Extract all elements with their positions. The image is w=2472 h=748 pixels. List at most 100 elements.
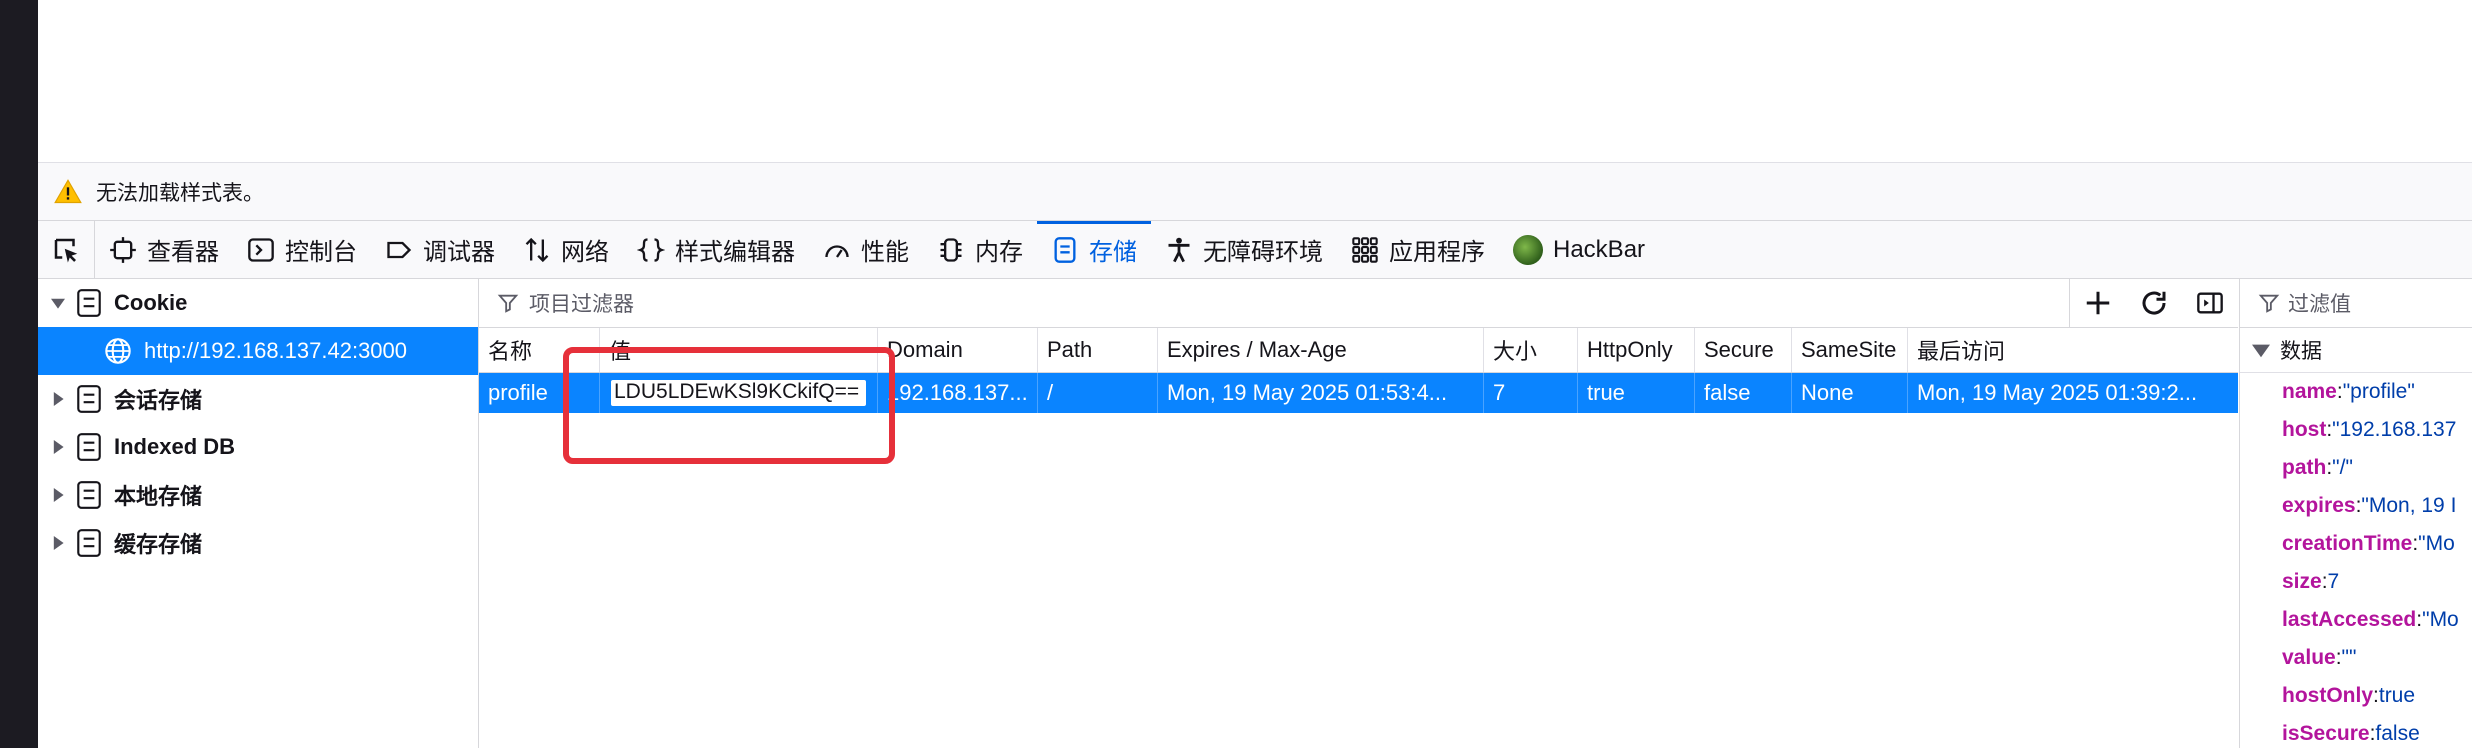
tab-label: 查看器 — [147, 239, 219, 266]
tree-item-indexed-db[interactable]: Indexed DB — [38, 423, 478, 471]
property-row[interactable]: creationTime: "Mo — [2240, 525, 2472, 563]
column-header-samesite[interactable]: SameSite — [1792, 328, 1908, 372]
table-header: 名称 值 Domain Path Expires / Max-Age 大小 Ht… — [479, 328, 2238, 373]
property-row[interactable]: host: "192.168.137 — [2240, 411, 2472, 449]
expanded-triangle-icon — [2252, 344, 2270, 358]
table-row[interactable]: profile LDU5LDEwKSl9KCkifQ== 192.168.137… — [479, 373, 2238, 413]
cell-domain[interactable]: 192.168.137... — [878, 373, 1038, 413]
storage-icon — [77, 433, 101, 461]
cookie-table: 名称 值 Domain Path Expires / Max-Age 大小 Ht… — [479, 328, 2238, 413]
expanded-triangle-icon[interactable] — [48, 293, 68, 313]
cookie-value-edit-field[interactable]: LDU5LDEwKSl9KCkifQ== — [609, 378, 868, 408]
cell-name[interactable]: profile — [479, 373, 600, 413]
tab-style-editor[interactable]: 样式编辑器 — [623, 221, 809, 278]
cell-path[interactable]: / — [1038, 373, 1158, 413]
hackbar-icon — [1513, 234, 1543, 265]
element-picker-button[interactable] — [38, 221, 95, 278]
cell-samesite[interactable]: None — [1792, 373, 1908, 413]
tree-item-label: Indexed DB — [114, 434, 236, 459]
property-value: "Mo — [2418, 532, 2455, 555]
column-header-httponly[interactable]: HttpOnly — [1578, 328, 1695, 372]
property-row[interactable]: size:7 — [2240, 563, 2472, 601]
cell-expires[interactable]: Mon, 19 May 2025 01:53:4... — [1158, 373, 1484, 413]
collapsed-triangle-icon[interactable] — [48, 533, 68, 553]
tab-performance[interactable]: 性能 — [809, 221, 923, 278]
refresh-button[interactable] — [2126, 279, 2182, 327]
cell-last-access[interactable]: Mon, 19 May 2025 01:39:2... — [1908, 373, 2238, 413]
property-key: host — [2282, 418, 2327, 441]
cell-secure[interactable]: false — [1695, 373, 1792, 413]
toggle-sidebar-button[interactable] — [2182, 279, 2238, 327]
property-row[interactable]: value: "" — [2240, 639, 2472, 677]
column-header-size[interactable]: 大小 — [1484, 328, 1578, 372]
collapsed-triangle-icon[interactable] — [48, 437, 68, 457]
property-value: "192.168.137 — [2332, 418, 2457, 441]
property-value: "Mon, 19 I — [2361, 494, 2457, 517]
property-key: expires — [2282, 494, 2356, 517]
tab-console[interactable]: 控制台 — [233, 221, 371, 278]
value-filter-input[interactable]: 过滤值 — [2288, 288, 2351, 318]
tree-item-label: 会话存储 — [114, 388, 203, 413]
value-filter-bar[interactable]: 过滤值 — [2240, 279, 2472, 328]
property-value: 7 — [2327, 570, 2340, 593]
property-row[interactable]: lastAccessed: "Mo — [2240, 601, 2472, 639]
property-value: false — [2375, 722, 2420, 745]
console-icon — [248, 237, 274, 262]
performance-icon — [825, 244, 849, 258]
property-key: creationTime — [2282, 532, 2413, 555]
tab-storage[interactable]: 存储 — [1037, 221, 1151, 278]
storage-icon — [77, 481, 101, 509]
column-header-expires[interactable]: Expires / Max-Age — [1158, 328, 1484, 372]
tab-inspector[interactable]: 查看器 — [95, 221, 233, 278]
tab-debugger[interactable]: 调试器 — [371, 221, 509, 278]
tree-item-session-storage[interactable]: 会话存储 — [38, 375, 478, 423]
tab-network[interactable]: 网络 — [509, 221, 623, 278]
warning-icon — [54, 178, 82, 206]
column-header-domain[interactable]: Domain — [878, 328, 1038, 372]
collapsed-triangle-icon[interactable] — [48, 389, 68, 409]
tree-item-cache-storage[interactable]: 缓存存储 — [38, 519, 478, 567]
items-filter-bar[interactable]: 项目过滤器 — [479, 279, 2238, 328]
refresh-icon — [2142, 291, 2166, 315]
column-header-last-access[interactable]: 最后访问 — [1908, 328, 2238, 372]
property-row[interactable]: expires: "Mon, 19 I — [2240, 487, 2472, 525]
filter-icon — [2258, 294, 2280, 313]
property-key: size — [2282, 570, 2322, 593]
tab-accessibility[interactable]: 无障碍环境 — [1151, 221, 1337, 278]
property-row[interactable]: name: "profile" — [2240, 373, 2472, 411]
property-row[interactable]: isSecure: false — [2240, 715, 2472, 748]
tab-application[interactable]: 应用程序 — [1337, 221, 1499, 278]
column-header-path[interactable]: Path — [1038, 328, 1158, 372]
globe-icon — [105, 338, 131, 364]
table-actions — [2069, 279, 2238, 327]
property-row[interactable]: path: "/" — [2240, 449, 2472, 487]
tab-memory[interactable]: 内存 — [923, 221, 1037, 278]
items-filter-input[interactable]: 项目过滤器 — [529, 288, 634, 318]
tab-label: HackBar — [1553, 235, 1646, 263]
tree-item-local-storage[interactable]: 本地存储 — [38, 471, 478, 519]
cell-httponly[interactable]: true — [1578, 373, 1695, 413]
filter-icon — [497, 294, 519, 313]
tree-item-cookie-host[interactable]: http://192.168.137.42:3000 — [38, 327, 478, 375]
data-section-header[interactable]: 数据 — [2240, 328, 2472, 373]
property-value: "Mo — [2422, 608, 2459, 631]
left-window-edge — [0, 0, 38, 748]
cell-size[interactable]: 7 — [1484, 373, 1578, 413]
column-header-secure[interactable]: Secure — [1695, 328, 1792, 372]
column-header-value[interactable]: 值 — [600, 328, 878, 372]
style-editor-icon — [637, 237, 665, 262]
add-item-button[interactable] — [2070, 279, 2126, 327]
tree-item-label: http://192.168.137.42:3000 — [144, 338, 408, 363]
storage-icon — [1054, 236, 1076, 263]
cell-value[interactable]: LDU5LDEwKSl9KCkifQ== — [600, 373, 878, 413]
tab-hackbar[interactable]: HackBar — [1499, 221, 1659, 278]
property-key: name — [2282, 380, 2337, 403]
storage-icon — [77, 529, 101, 557]
property-key: value — [2282, 646, 2336, 669]
tree-item-cookie[interactable]: Cookie — [38, 279, 478, 327]
column-header-name[interactable]: 名称 — [479, 328, 600, 372]
tab-label: 应用程序 — [1389, 239, 1485, 266]
property-row[interactable]: hostOnly: true — [2240, 677, 2472, 715]
storage-icon — [77, 289, 101, 317]
collapsed-triangle-icon[interactable] — [48, 485, 68, 505]
